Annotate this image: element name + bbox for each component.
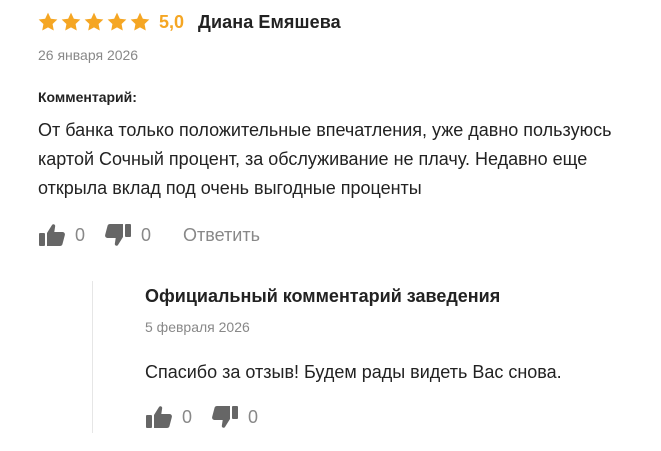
review-header: 5,0 Диана Емяшева bbox=[37, 10, 341, 34]
like-count: 0 bbox=[75, 224, 86, 245]
dislike-button[interactable]: 0 bbox=[104, 222, 151, 248]
official-reply-text: Спасибо за отзыв! Будем рады видеть Вас … bbox=[145, 362, 562, 382]
reply-like-count: 0 bbox=[182, 406, 193, 427]
author-name[interactable]: Диана Емяшева bbox=[198, 12, 341, 33]
official-reply-title: Официальный комментарий заведения bbox=[145, 286, 501, 306]
rating-stars bbox=[37, 11, 151, 33]
rating-value: 5,0 bbox=[159, 11, 185, 32]
star-icon bbox=[84, 12, 104, 31]
comment-text: От банка только положительные впечатлени… bbox=[38, 120, 612, 198]
review-date: 26 января 2026 bbox=[38, 47, 139, 63]
official-reply-date: 5 февраля 2026 bbox=[145, 319, 250, 335]
reply-dislike-button[interactable]: 0 bbox=[211, 404, 258, 430]
star-icon bbox=[38, 12, 58, 31]
review-card: 5,0 Диана Емяшева 26 января 2026 Коммент… bbox=[0, 0, 661, 451]
dislike-count: 0 bbox=[141, 224, 152, 245]
star-icon bbox=[130, 12, 150, 31]
reply-like-button[interactable]: 0 bbox=[145, 404, 192, 430]
review-actions: 0 0 Ответить bbox=[38, 222, 260, 248]
like-button[interactable]: 0 bbox=[38, 222, 85, 248]
reply-button[interactable]: Ответить bbox=[183, 225, 260, 246]
thumbs-up-icon bbox=[146, 406, 172, 428]
star-icon bbox=[61, 12, 81, 31]
comment-label: Комментарий: bbox=[38, 89, 137, 105]
star-icon bbox=[107, 12, 127, 31]
thumbs-down-icon bbox=[212, 406, 239, 428]
official-reply-actions: 0 0 bbox=[145, 404, 258, 430]
reply-dislike-count: 0 bbox=[248, 406, 259, 427]
thumbs-down-icon bbox=[105, 224, 132, 246]
thumbs-up-icon bbox=[39, 224, 65, 246]
